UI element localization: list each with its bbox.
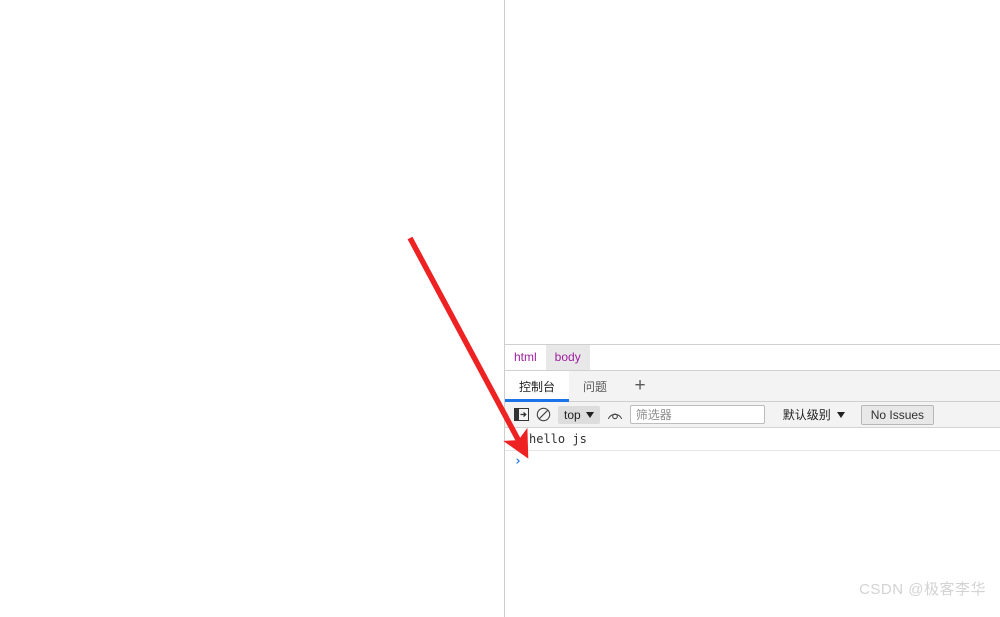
watermark-text: CSDN @极客李华: [859, 581, 986, 598]
chevron-down-icon: [836, 411, 845, 418]
tab-issues[interactable]: 问题: [569, 371, 621, 401]
console-message: hello js: [505, 428, 1000, 451]
execution-context-value: top: [564, 407, 581, 422]
add-tab-icon[interactable]: +: [625, 371, 655, 401]
issues-button[interactable]: No Issues: [860, 404, 935, 425]
breadcrumb: html body: [505, 344, 1000, 371]
breadcrumb-item-body[interactable]: body: [545, 345, 590, 370]
tab-console[interactable]: 控制台: [505, 371, 570, 402]
devtools-panel: html body 控制台 问题 + top 筛选器 默认级别 No Issue…: [505, 0, 1000, 617]
execution-context-selector[interactable]: top: [558, 405, 600, 424]
console-prompt-row[interactable]: ›: [505, 451, 1000, 474]
log-level-selector[interactable]: 默认级别: [777, 406, 851, 424]
clear-console-icon[interactable]: [532, 405, 554, 425]
chevron-down-icon: [585, 411, 594, 418]
console-input[interactable]: [521, 454, 1000, 471]
elements-pane[interactable]: [505, 0, 1000, 344]
drawer-tabstrip: 控制台 问题 +: [505, 371, 1000, 402]
console-sidebar-icon[interactable]: [510, 405, 532, 425]
breadcrumb-item-html[interactable]: html: [505, 345, 546, 370]
console-filter-input[interactable]: [629, 405, 765, 424]
log-level-value: 默认级别: [782, 408, 831, 422]
tab-console-label: 控制台: [519, 379, 556, 394]
console-toolbar: top 默认级别 No Issues: [505, 402, 1000, 428]
eye-icon[interactable]: [604, 405, 626, 425]
browser-page-content[interactable]: [0, 0, 504, 617]
prompt-caret-icon: ›: [514, 454, 522, 469]
tab-issues-label: 问题: [583, 379, 608, 394]
